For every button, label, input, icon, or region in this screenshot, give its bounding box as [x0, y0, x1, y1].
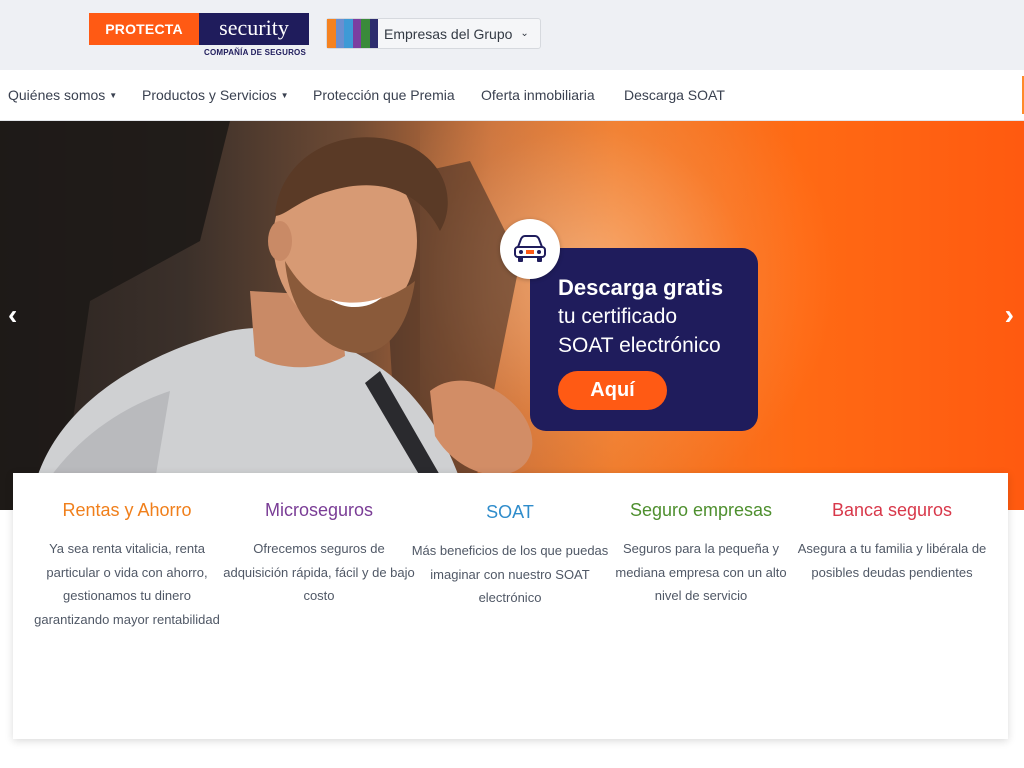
card-rentas-ahorro[interactable]: Rentas y Ahorro Ya sea renta vitalicia, … — [27, 497, 227, 631]
main-nav: Quiénes somos ▼ Productos y Servicios ▼ Pr… — [0, 70, 1024, 121]
protecta-security-logo[interactable]: PROTECTA security COMPAÑÍA DE SEGUROS — [89, 13, 311, 59]
card-seguro-empresas[interactable]: Seguro empresas Seguros para la pequeña … — [601, 497, 801, 608]
card-description: Más beneficios de los que puedas imagina… — [411, 543, 609, 605]
logo-subtitle: COMPAÑÍA DE SEGUROS — [203, 48, 307, 57]
card-title[interactable]: Banca seguros — [792, 497, 992, 523]
promo-aqui-button[interactable]: Aquí — [558, 371, 667, 410]
card-title[interactable]: SOAT — [410, 499, 610, 525]
logo-protecta-text: PROTECTA — [89, 13, 199, 45]
card-description: Ya sea renta vitalicia, renta particular… — [34, 541, 220, 627]
nav-item-oferta-inmobiliaria[interactable]: Oferta inmobiliaria — [481, 87, 595, 103]
empresas-del-grupo-dropdown[interactable]: Empresas del Grupo ⌄ — [326, 18, 541, 49]
nav-item-productos-servicios[interactable]: Productos y Servicios ▼ — [142, 87, 289, 103]
nav-item-label: Oferta inmobiliaria — [481, 87, 595, 103]
carousel-next-button[interactable]: › — [1005, 301, 1014, 329]
hero-carousel: ‹ › Descarga gratis tu certificado SOAT … — [0, 121, 1024, 510]
promo-line-3: SOAT electrónico — [558, 334, 721, 357]
card-description: Ofrecemos seguros de adquisición rápida,… — [223, 541, 415, 603]
hero-person-image — [0, 121, 533, 510]
top-bar: PROTECTA security COMPAÑÍA DE SEGUROS Em… — [0, 0, 1024, 70]
nav-item-label: Protección que Premia — [313, 87, 455, 103]
card-title[interactable]: Microseguros — [219, 497, 419, 523]
nav-item-quienes-somos[interactable]: Quiénes somos ▼ — [8, 87, 117, 103]
nav-item-label: Productos y Servicios — [142, 87, 277, 103]
chevron-down-icon: ⌄ — [520, 28, 529, 39]
group-dropdown-label: Empresas del Grupo — [384, 25, 513, 42]
card-soat[interactable]: SOAT Más beneficios de los que puedas im… — [410, 497, 610, 610]
chevron-down-icon: ▼ — [109, 91, 118, 100]
card-microseguros[interactable]: Microseguros Ofrecemos seguros de adquis… — [219, 497, 419, 608]
card-title[interactable]: Seguro empresas — [601, 497, 801, 523]
card-title[interactable]: Rentas y Ahorro — [27, 497, 227, 523]
services-panel: Rentas y Ahorro Ya sea renta vitalicia, … — [13, 473, 1008, 739]
nav-item-proteccion-que-premia[interactable]: Protección que Premia — [313, 87, 455, 103]
card-description: Asegura a tu familia y libérala de posib… — [797, 541, 987, 580]
card-description: Seguros para la pequeña y mediana empres… — [615, 541, 787, 603]
promo-headline: Descarga gratis — [558, 275, 724, 300]
promo-line-2: tu certificado — [558, 305, 678, 328]
logo-security-text: security — [199, 13, 309, 45]
nav-item-label: Quiénes somos — [8, 87, 106, 103]
chevron-down-icon: ▼ — [280, 91, 289, 100]
car-icon — [500, 219, 560, 279]
nav-item-descarga-soat[interactable]: Descarga SOAT — [624, 87, 725, 103]
group-color-stripes-icon — [327, 19, 378, 48]
carousel-prev-button[interactable]: ‹ — [8, 301, 17, 329]
nav-item-label: Descarga SOAT — [624, 87, 725, 103]
card-banca-seguros[interactable]: Banca seguros Asegura a tu familia y lib… — [792, 497, 992, 584]
